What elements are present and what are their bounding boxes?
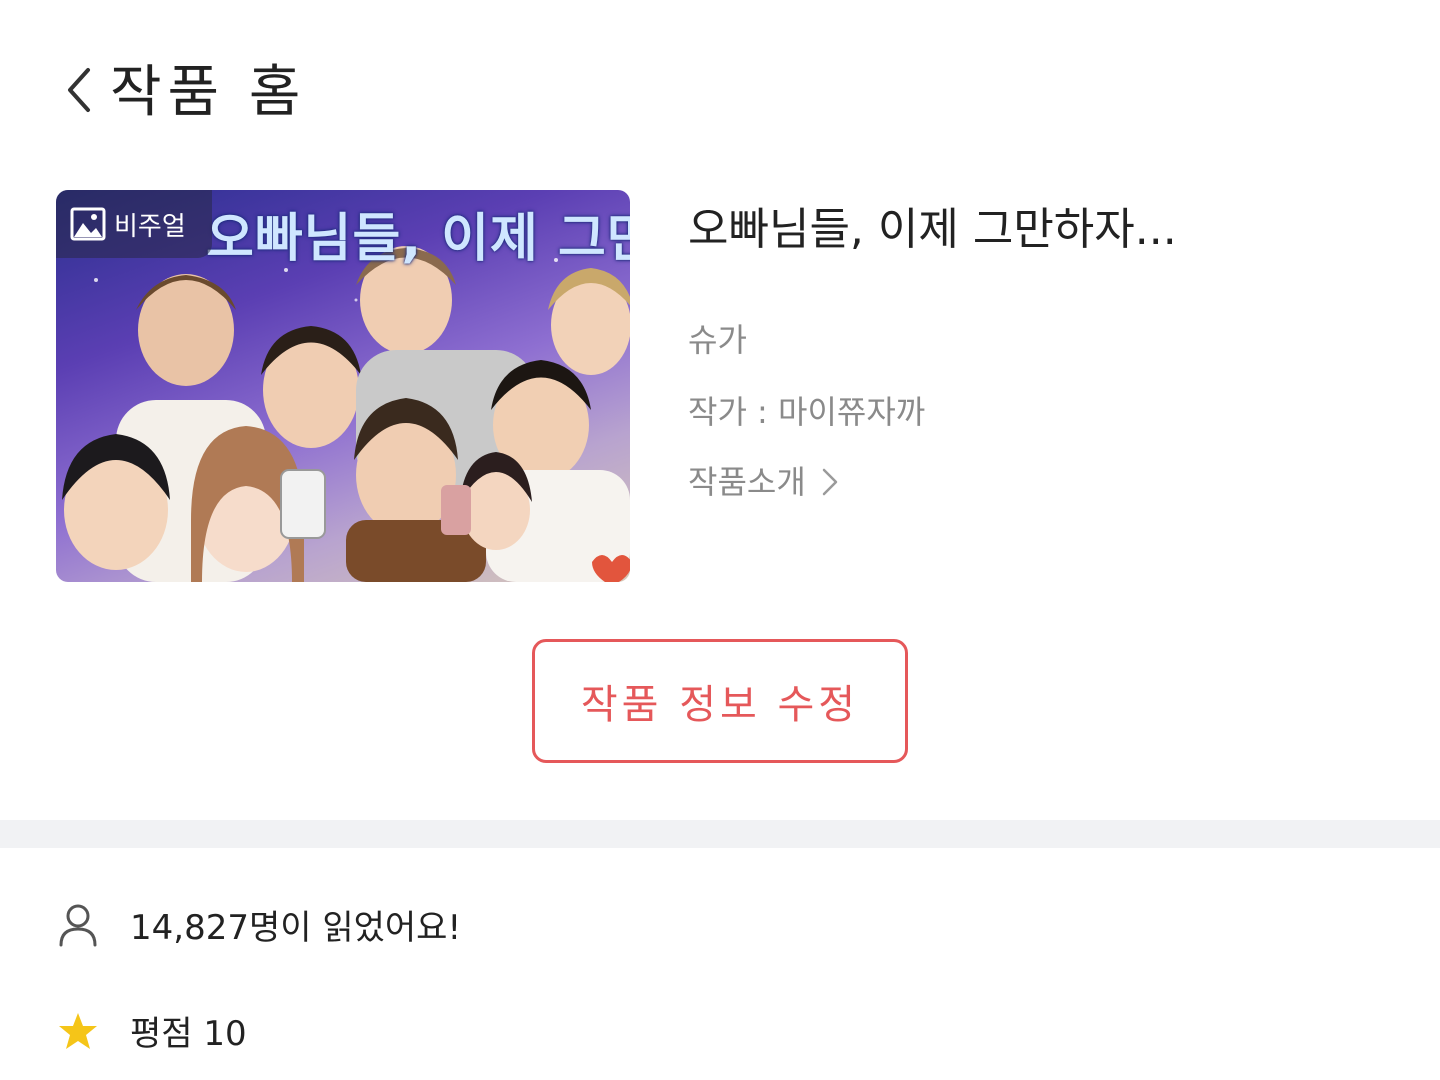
intro-link[interactable]: 작품소개 xyxy=(688,460,840,504)
character-name: 슈가 xyxy=(688,321,747,359)
visual-badge: 비주얼 xyxy=(56,190,212,258)
rating-stat: 평점 10 xyxy=(58,1006,247,1055)
intro-link-label: 작품소개 xyxy=(688,463,806,501)
readers-count: 14,827명이 읽었어요! xyxy=(130,908,462,948)
chevron-left-icon xyxy=(60,62,96,118)
user-icon xyxy=(59,904,97,946)
image-icon xyxy=(70,207,106,241)
cover-title-text: 오빠님들, 이제 그만하자... xyxy=(206,209,630,269)
readers-stat: 14,827명이 읽었어요! xyxy=(58,900,461,949)
rating-value: 평점 10 xyxy=(130,1014,247,1054)
cover-image[interactable]: 오빠님들, 이제 그만하자... 비주얼 xyxy=(56,190,630,582)
chevron-right-icon xyxy=(822,468,838,496)
visual-badge-label: 비주얼 xyxy=(114,211,186,242)
work-title: 오빠님들, 이제 그만하자... xyxy=(688,204,1177,255)
page-title: 작품 홈 xyxy=(110,60,307,125)
header: 작품 홈 xyxy=(0,0,1440,180)
section-divider xyxy=(0,820,1440,848)
edit-work-info-button[interactable]: 작품 정보 수정 xyxy=(532,639,908,763)
author-name[interactable]: 작가 : 마이쮸자까 xyxy=(688,390,925,434)
star-icon xyxy=(59,1012,97,1049)
back-button[interactable] xyxy=(60,62,96,118)
work-home-page: 작품 홈 오빠님들, 이제 그 비주얼 오빠님들, 이제 그만하자... 슈가 … xyxy=(0,0,1440,1080)
